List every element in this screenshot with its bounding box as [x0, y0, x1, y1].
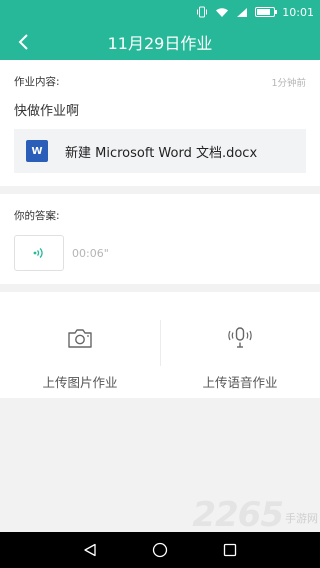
attachment-name: 新建 Microsoft Word 文档.docx	[65, 145, 258, 161]
chevron-left-icon	[18, 34, 28, 50]
time-ago: 1分钟前	[271, 77, 306, 89]
battery-icon	[255, 7, 278, 17]
page-title: 11月29日作业	[107, 34, 213, 53]
nav-home-button[interactable]	[145, 535, 175, 565]
upload-photo-button[interactable]: 上传图片作业	[0, 292, 160, 398]
watermark: 2265 手游网	[192, 496, 318, 532]
status-time: 10:01	[282, 5, 314, 19]
navigation-bar	[0, 532, 320, 568]
word-doc-icon: W	[26, 140, 48, 162]
watermark-number: 2265	[192, 495, 284, 535]
voice-play-button[interactable]	[14, 235, 64, 271]
vibrate-icon	[197, 6, 208, 18]
status-bar: 10:01	[0, 0, 320, 24]
camera-icon	[68, 329, 92, 348]
homework-card: 作业内容: 1分钟前 快做作业啊 W 新建 Microsoft Word 文档.…	[0, 60, 320, 186]
signal-icon	[237, 7, 248, 17]
attachment-item[interactable]: W 新建 Microsoft Word 文档.docx	[14, 129, 306, 173]
answer-label: 你的答案:	[14, 210, 60, 222]
back-button[interactable]	[12, 30, 36, 54]
homework-label: 作业内容:	[14, 76, 60, 88]
upload-voice-label: 上传语音作业	[202, 375, 278, 390]
voice-wave-icon	[33, 248, 43, 258]
header: 11月29日作业	[0, 24, 320, 60]
nav-recents-button[interactable]	[215, 535, 245, 565]
upload-photo-label: 上传图片作业	[42, 375, 118, 390]
triangle-back-icon	[84, 543, 96, 557]
homework-text: 快做作业啊	[14, 104, 80, 119]
microphone-icon	[228, 327, 252, 348]
upload-voice-button[interactable]: 上传语音作业	[160, 292, 320, 398]
nav-back-button[interactable]	[75, 535, 105, 565]
voice-duration: 00:06"	[72, 247, 109, 260]
wifi-icon	[216, 7, 229, 17]
square-recents-icon	[223, 543, 237, 557]
answer-card: 你的答案: 00:06"	[0, 194, 320, 284]
circle-home-icon	[152, 542, 168, 558]
upload-card: 上传图片作业 上传语音作业	[0, 292, 320, 398]
watermark-site: 手游网	[285, 512, 318, 525]
